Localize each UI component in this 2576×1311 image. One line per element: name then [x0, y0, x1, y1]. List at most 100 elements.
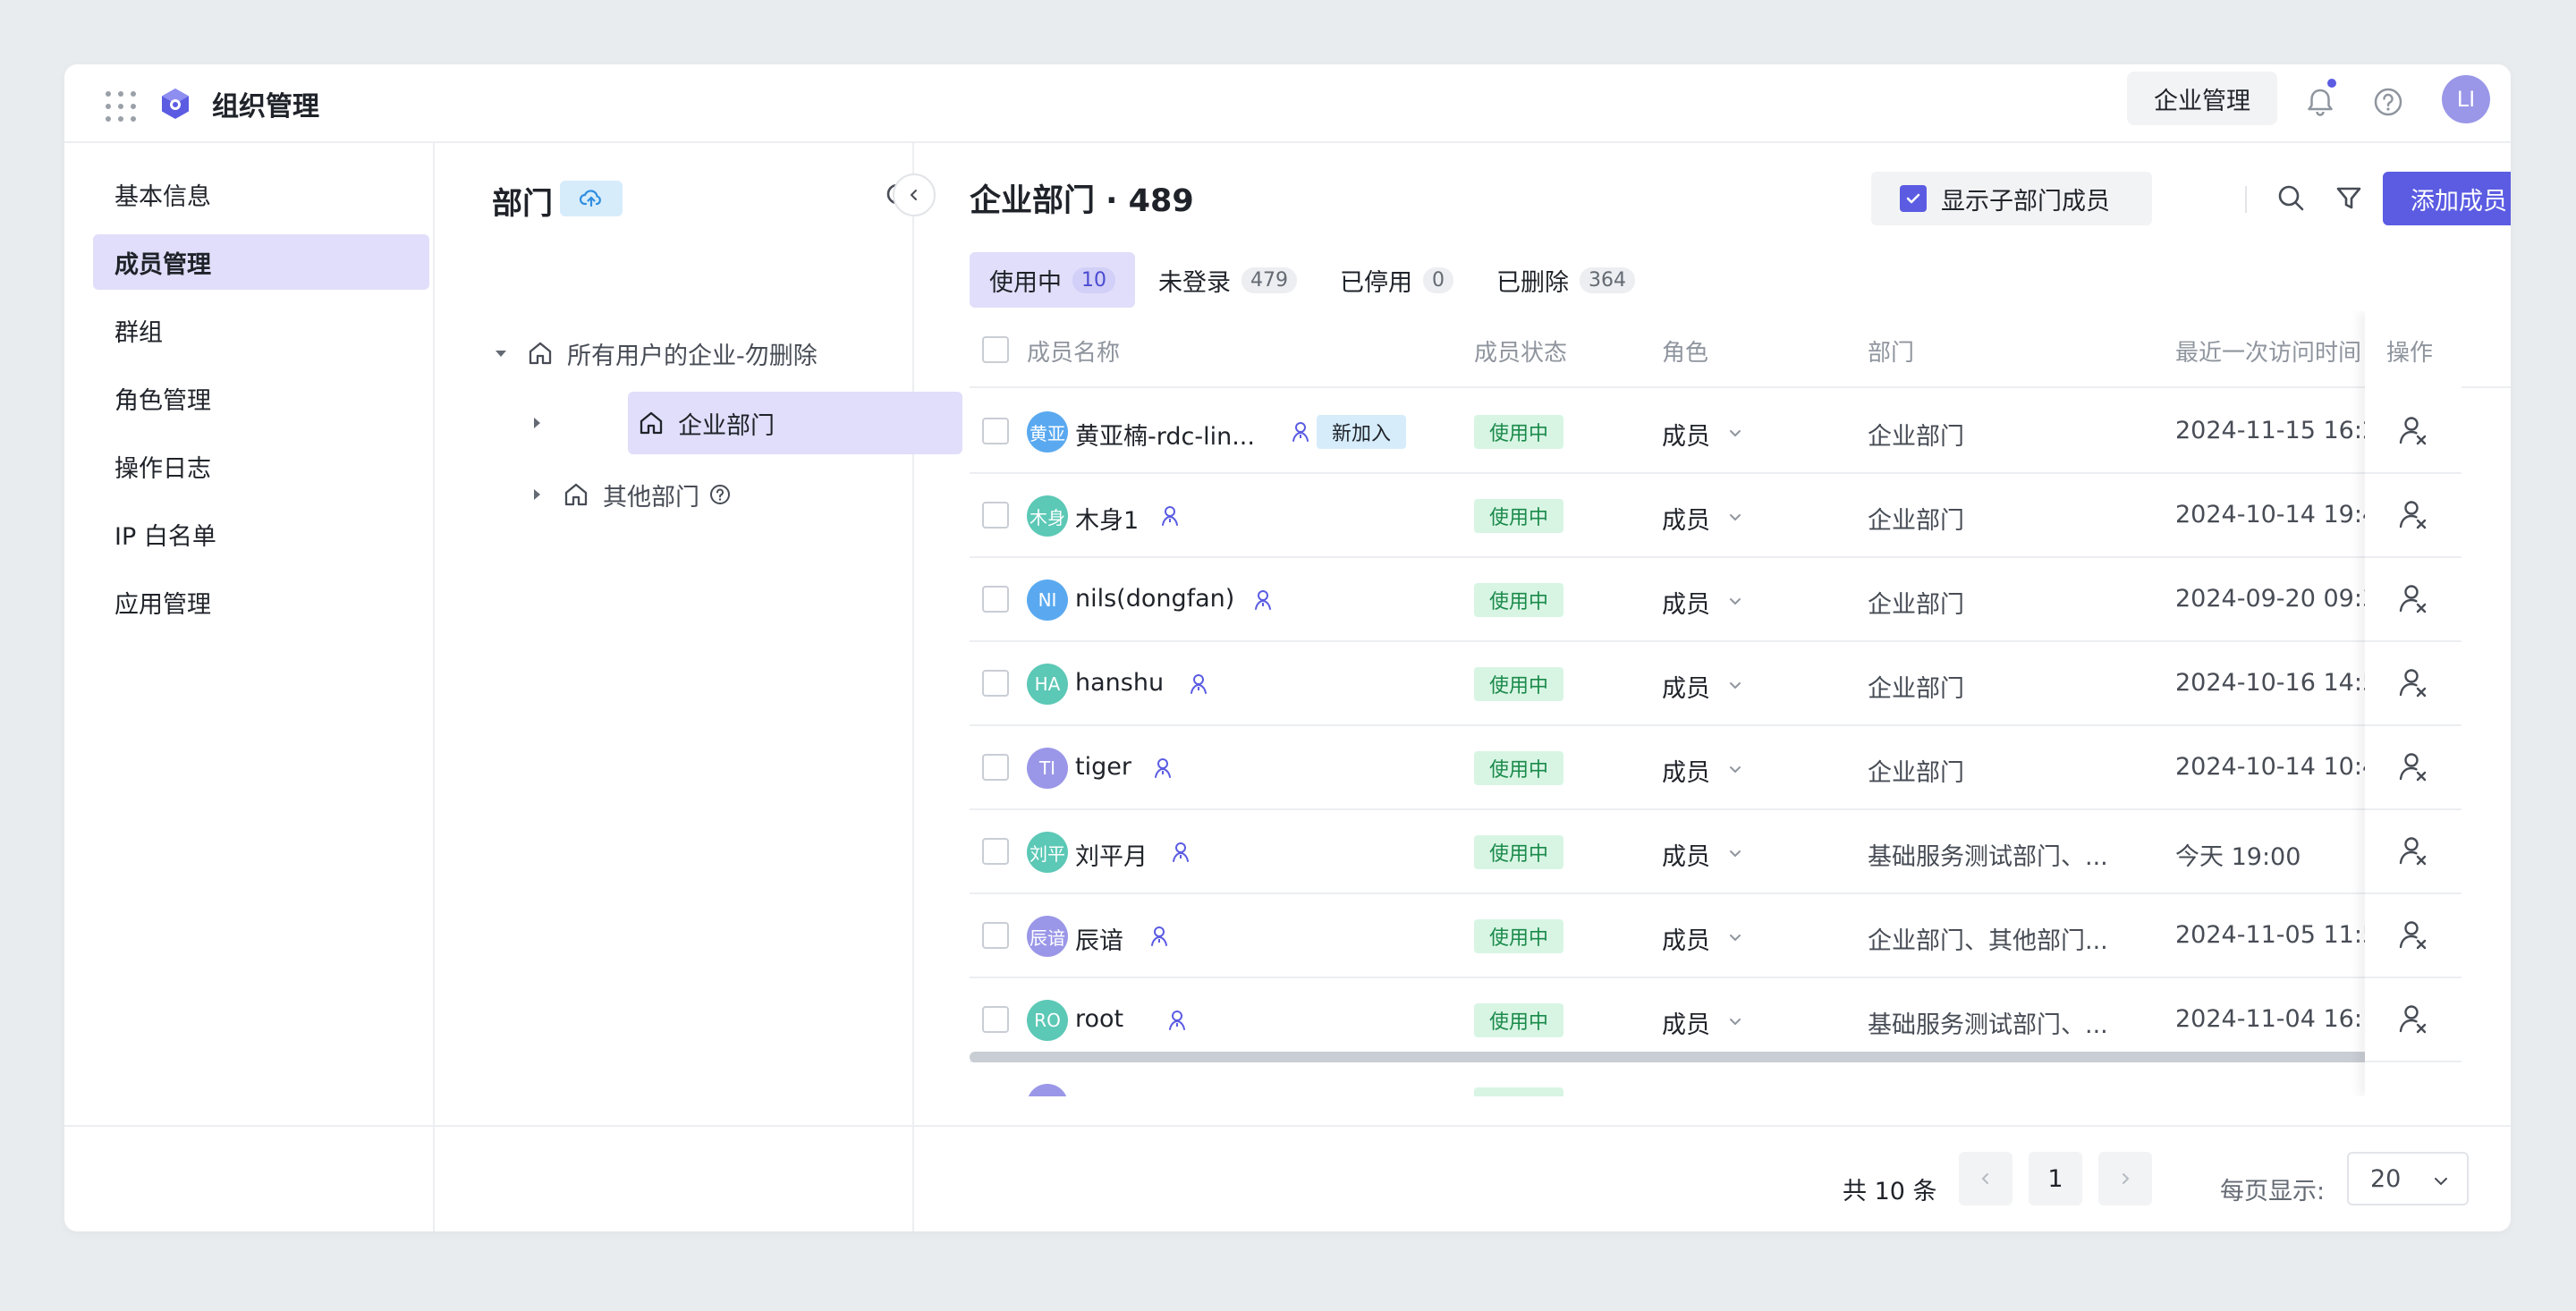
chevron-down-icon — [1726, 1009, 1744, 1036]
sidebar-item-roles[interactable]: 角色管理 — [93, 370, 429, 426]
user-type-icon — [1165, 1008, 1190, 1036]
sync-cloud-icon[interactable] — [560, 181, 623, 216]
remove-member-icon[interactable] — [2365, 390, 2462, 474]
remove-member-icon[interactable] — [2365, 726, 2462, 810]
tab-label: 未登录 — [1158, 268, 1231, 297]
row-checkbox[interactable] — [982, 1006, 1009, 1033]
show-sub-members-checkbox[interactable]: 显示子部门成员 — [1871, 172, 2152, 225]
member-name[interactable]: 辰谙 — [1075, 921, 1123, 956]
member-name[interactable]: 黄亚楠-rdc-lin... — [1075, 417, 1255, 452]
role-value: 成员 — [1662, 507, 1710, 535]
sidebar-item-ip-whitelist[interactable]: IP 白名单 — [93, 506, 429, 562]
table-header: 成员名称 成员状态 角色 部门 最近一次访问时间 — [970, 311, 2511, 388]
member-name[interactable]: 木身1 — [1075, 501, 1139, 536]
members-main-panel: 企业部门 · 489 显示子部门成员 添加成员 使用中 10 未登录 479 已停用… — [914, 143, 2511, 1231]
sidebar-item-groups[interactable]: 群组 — [93, 302, 429, 358]
last-visit-time: 今天 19:00 — [2175, 843, 2301, 871]
remove-member-icon[interactable] — [2365, 474, 2462, 558]
table-row[interactable]: NI nils(dongfan) 使用中 成员 企业部门 2024-09-20 09:3 — [970, 558, 2365, 642]
sidebar-item-members[interactable]: 成员管理 — [93, 234, 429, 290]
table-row[interactable] — [970, 1062, 2365, 1096]
tab-not-logged-in[interactable]: 未登录 479 — [1139, 252, 1317, 308]
tree-node-other-dept[interactable]: 其他部门 — [528, 474, 732, 515]
role-select[interactable]: 成员 — [1662, 669, 1744, 704]
select-all-checkbox[interactable] — [982, 336, 1009, 363]
row-checkbox[interactable] — [982, 418, 1009, 444]
role-select[interactable]: 成员 — [1662, 837, 1744, 872]
remove-member-icon[interactable] — [2365, 978, 2462, 1062]
sidebar-item-apps[interactable]: 应用管理 — [93, 574, 429, 630]
filter-icon[interactable] — [2333, 182, 2365, 215]
table-row[interactable]: RO root 使用中 成员 基础服务测试部门、... 2024-11-04 16:1 — [970, 978, 2365, 1062]
add-member-button[interactable]: 添加成员 — [2383, 172, 2511, 225]
search-icon[interactable] — [2275, 182, 2308, 215]
help-icon[interactable] — [2368, 82, 2408, 122]
table-row[interactable]: 刘平 刘平月 使用中 成员 基础服务测试部门、... 今天 19:00 — [970, 810, 2365, 894]
caret-down-icon[interactable] — [492, 344, 510, 362]
tab-active[interactable]: 使用中 10 — [970, 252, 1135, 308]
sidebar-item-basic-info[interactable]: 基本信息 — [93, 166, 429, 222]
app-grid-icon[interactable] — [100, 86, 136, 122]
chevron-down-icon — [1726, 757, 1744, 784]
member-name[interactable]: 刘平月 — [1075, 837, 1148, 872]
row-checkbox[interactable] — [982, 922, 1009, 949]
role-select[interactable]: 成员 — [1662, 753, 1744, 788]
status-badge: 使用中 — [1474, 583, 1563, 617]
table-row[interactable]: HA hanshu 使用中 成员 企业部门 2024-10-16 14:5 — [970, 642, 2365, 726]
table-row[interactable]: TI tiger 使用中 成员 企业部门 2024-10-14 10:4 — [970, 726, 2365, 810]
tab-disabled[interactable]: 已停用 0 — [1320, 252, 1473, 308]
tab-deleted[interactable]: 已删除 364 — [1477, 252, 1655, 308]
table-row[interactable]: 木身 木身1 使用中 成员 企业部门 2024-10-14 19:4 — [970, 474, 2365, 558]
remove-member-icon[interactable] — [2365, 810, 2462, 894]
role-value: 成员 — [1662, 1011, 1710, 1039]
horizontal-scrollbar[interactable] — [970, 1052, 2374, 1062]
member-name[interactable]: nils(dongfan) — [1075, 585, 1234, 613]
caret-right-icon[interactable] — [528, 414, 546, 432]
page-1-button[interactable]: 1 — [2029, 1152, 2082, 1205]
chevron-left-icon — [1981, 1173, 1988, 1184]
role-select[interactable]: 成员 — [1662, 585, 1744, 620]
row-checkbox[interactable] — [982, 586, 1009, 613]
collapse-tree-button[interactable] — [893, 173, 936, 216]
remove-member-icon[interactable] — [2365, 558, 2462, 642]
tree-node-enterprise-dept[interactable]: 企业部门 — [628, 392, 962, 454]
checkbox-checked-icon — [1900, 185, 1927, 212]
user-type-icon — [1168, 840, 1193, 868]
row-checkbox[interactable] — [982, 838, 1009, 865]
chevron-down-icon — [1726, 841, 1744, 868]
caret-right-icon[interactable] — [528, 486, 546, 503]
table-row[interactable]: 黄亚 黄亚楠-rdc-lin... 新加入 使用中 成员 企业部门 2024-11-15 1… — [970, 390, 2365, 474]
notification-dot — [2326, 77, 2338, 89]
sidebar-item-logs[interactable]: 操作日志 — [93, 438, 429, 494]
row-checkbox[interactable] — [982, 754, 1009, 781]
role-select[interactable]: 成员 — [1662, 921, 1744, 956]
status-badge: 使用中 — [1474, 499, 1563, 533]
row-checkbox[interactable] — [982, 670, 1009, 697]
help-circle-icon[interactable] — [708, 483, 732, 506]
member-name[interactable]: root — [1075, 1005, 1123, 1033]
member-dept: 企业部门 — [1868, 507, 1964, 535]
remove-member-icon[interactable] — [2365, 894, 2462, 978]
per-page-select[interactable]: 20 — [2347, 1152, 2469, 1205]
role-value: 成员 — [1662, 675, 1710, 703]
status-badge: 使用中 — [1474, 415, 1563, 449]
table-row[interactable]: 辰谙 辰谙 使用中 成员 企业部门、其他部门... 2024-11-05 11:5 — [970, 894, 2365, 978]
remove-member-icon[interactable] — [2365, 642, 2462, 726]
chevron-down-icon — [1726, 588, 1744, 616]
member-name[interactable]: tiger — [1075, 753, 1131, 781]
tree-caret-wrap[interactable] — [528, 392, 546, 454]
member-name[interactable]: hanshu — [1075, 669, 1164, 697]
user-type-icon — [1150, 756, 1175, 784]
chevron-down-icon — [1726, 420, 1744, 448]
user-avatar[interactable]: LI — [2442, 75, 2490, 123]
role-select[interactable]: 成员 — [1662, 501, 1744, 536]
prev-page-button[interactable] — [1959, 1152, 2012, 1205]
tree-node-root[interactable]: 所有用户的企业-勿删除 — [492, 333, 818, 374]
next-page-button[interactable] — [2098, 1152, 2152, 1205]
user-type-icon — [1250, 588, 1275, 616]
enterprise-management-button[interactable]: 企业管理 — [2127, 72, 2277, 125]
row-checkbox[interactable] — [982, 502, 1009, 529]
role-select[interactable]: 成员 — [1662, 417, 1744, 452]
per-page-value: 20 — [2370, 1164, 2402, 1193]
role-select[interactable]: 成员 — [1662, 1005, 1744, 1040]
